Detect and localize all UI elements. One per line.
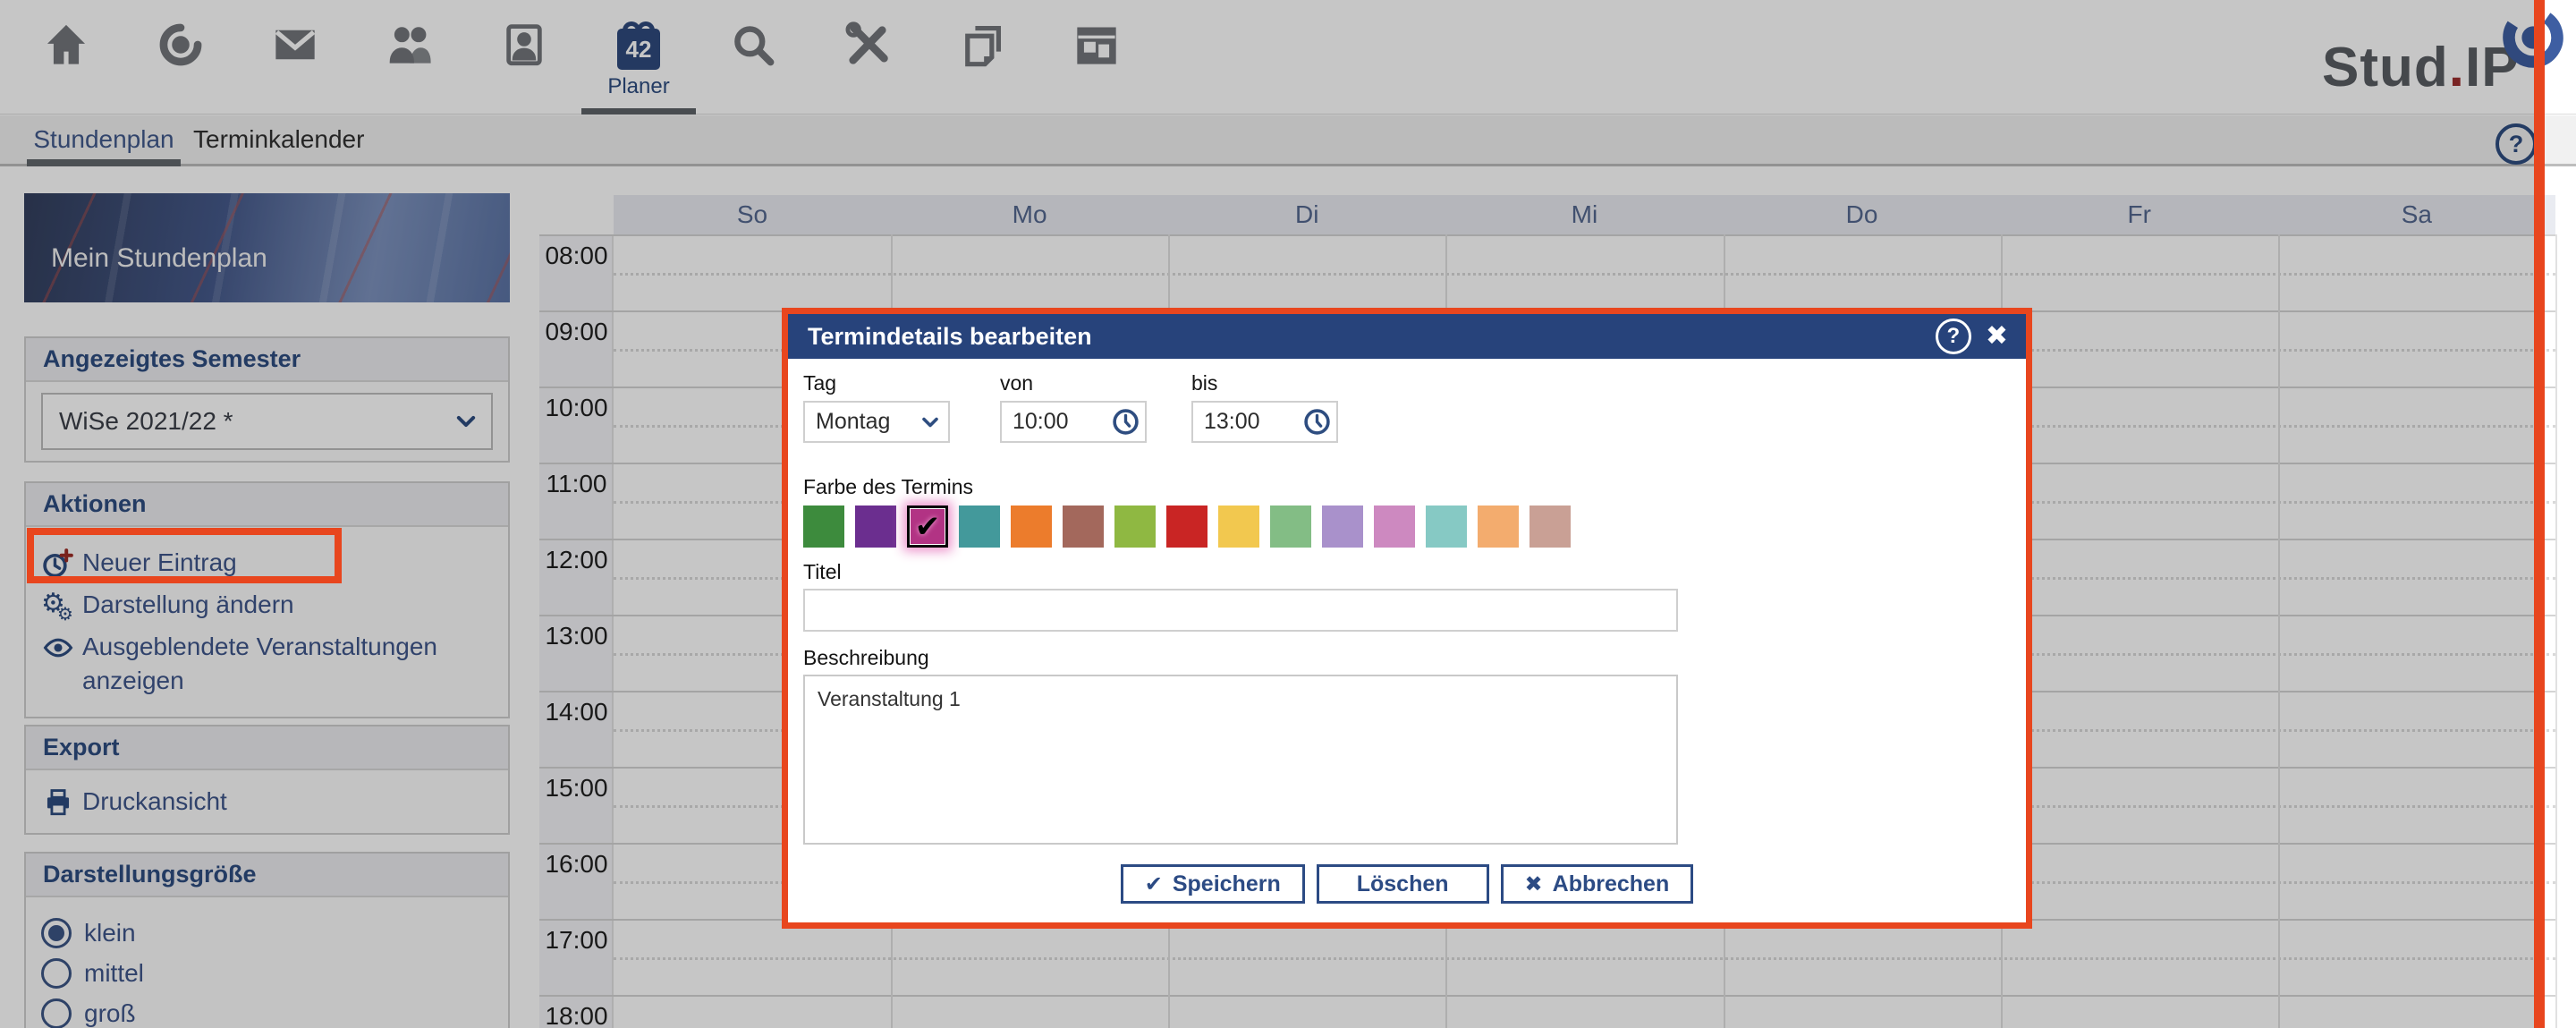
loeschen-button[interactable]: Löschen bbox=[1317, 864, 1489, 904]
bis-label: bis bbox=[1191, 371, 1338, 395]
dialog-close-icon[interactable]: ✖ bbox=[1986, 323, 2008, 350]
color-swatch-13[interactable] bbox=[1478, 506, 1519, 548]
x-icon: ✖ bbox=[1525, 871, 1543, 897]
color-swatch-11[interactable] bbox=[1374, 506, 1415, 548]
abbrechen-button[interactable]: ✖ Abbrechen bbox=[1501, 864, 1694, 904]
dialog-title-bar: Termindetails bearbeiten ? ✖ bbox=[788, 314, 2026, 359]
dialog-body: Tag Montag von bis bbox=[788, 359, 2026, 904]
dialog-title: Termindetails bearbeiten bbox=[808, 323, 1936, 351]
dialog-time-row: Tag Montag von bis bbox=[803, 371, 2011, 443]
tag-label: Tag bbox=[803, 371, 950, 395]
chevron-down-icon bbox=[919, 412, 941, 433]
clock-icon[interactable] bbox=[1303, 408, 1331, 436]
color-swatch-7[interactable] bbox=[1166, 506, 1208, 548]
color-swatch-12[interactable] bbox=[1426, 506, 1467, 548]
beschreibung-label: Beschreibung bbox=[803, 646, 2011, 669]
color-swatch-6[interactable] bbox=[1114, 506, 1156, 548]
clock-icon[interactable] bbox=[1112, 408, 1140, 436]
dialog-help-icon[interactable]: ? bbox=[1936, 319, 1971, 354]
button-label: Abbrechen bbox=[1553, 871, 1670, 897]
button-label: Speichern bbox=[1173, 871, 1281, 897]
color-swatch-1[interactable] bbox=[855, 506, 896, 548]
dialog-button-row: ✔ Speichern Löschen ✖ Abbrechen bbox=[803, 864, 2011, 904]
color-swatch-4[interactable] bbox=[1011, 506, 1052, 548]
selected-check-icon: ✔ bbox=[915, 509, 941, 545]
farbe-label: Farbe des Termins bbox=[803, 475, 2011, 498]
studip-page: 42 Planer bbox=[0, 0, 2576, 1028]
color-swatch-3[interactable] bbox=[959, 506, 1000, 548]
color-swatch-0[interactable] bbox=[803, 506, 844, 548]
color-swatch-14[interactable] bbox=[1530, 506, 1571, 548]
color-swatch-row: ✔ bbox=[803, 506, 2011, 548]
column-border bbox=[2555, 234, 2557, 1028]
color-swatch-9[interactable] bbox=[1270, 506, 1311, 548]
von-label: von bbox=[1000, 371, 1147, 395]
color-swatch-10[interactable] bbox=[1322, 506, 1363, 548]
color-swatch-5[interactable] bbox=[1063, 506, 1104, 548]
termindetails-dialog: Termindetails bearbeiten ? ✖ Tag Montag … bbox=[782, 308, 2032, 929]
titel-label: Titel bbox=[803, 560, 2011, 583]
button-label: Löschen bbox=[1357, 871, 1449, 897]
beschreibung-textarea[interactable]: Veranstaltung 1 bbox=[803, 675, 1678, 845]
titel-input[interactable] bbox=[803, 589, 1678, 632]
tag-select-value: Montag bbox=[816, 409, 890, 435]
highlight-line-right-edge bbox=[2534, 0, 2545, 1028]
color-swatch-2[interactable]: ✔ bbox=[907, 506, 948, 548]
speichern-button[interactable]: ✔ Speichern bbox=[1121, 864, 1305, 904]
check-icon: ✔ bbox=[1145, 871, 1163, 897]
color-swatch-8[interactable] bbox=[1218, 506, 1259, 548]
tag-select[interactable]: Montag bbox=[803, 401, 950, 443]
